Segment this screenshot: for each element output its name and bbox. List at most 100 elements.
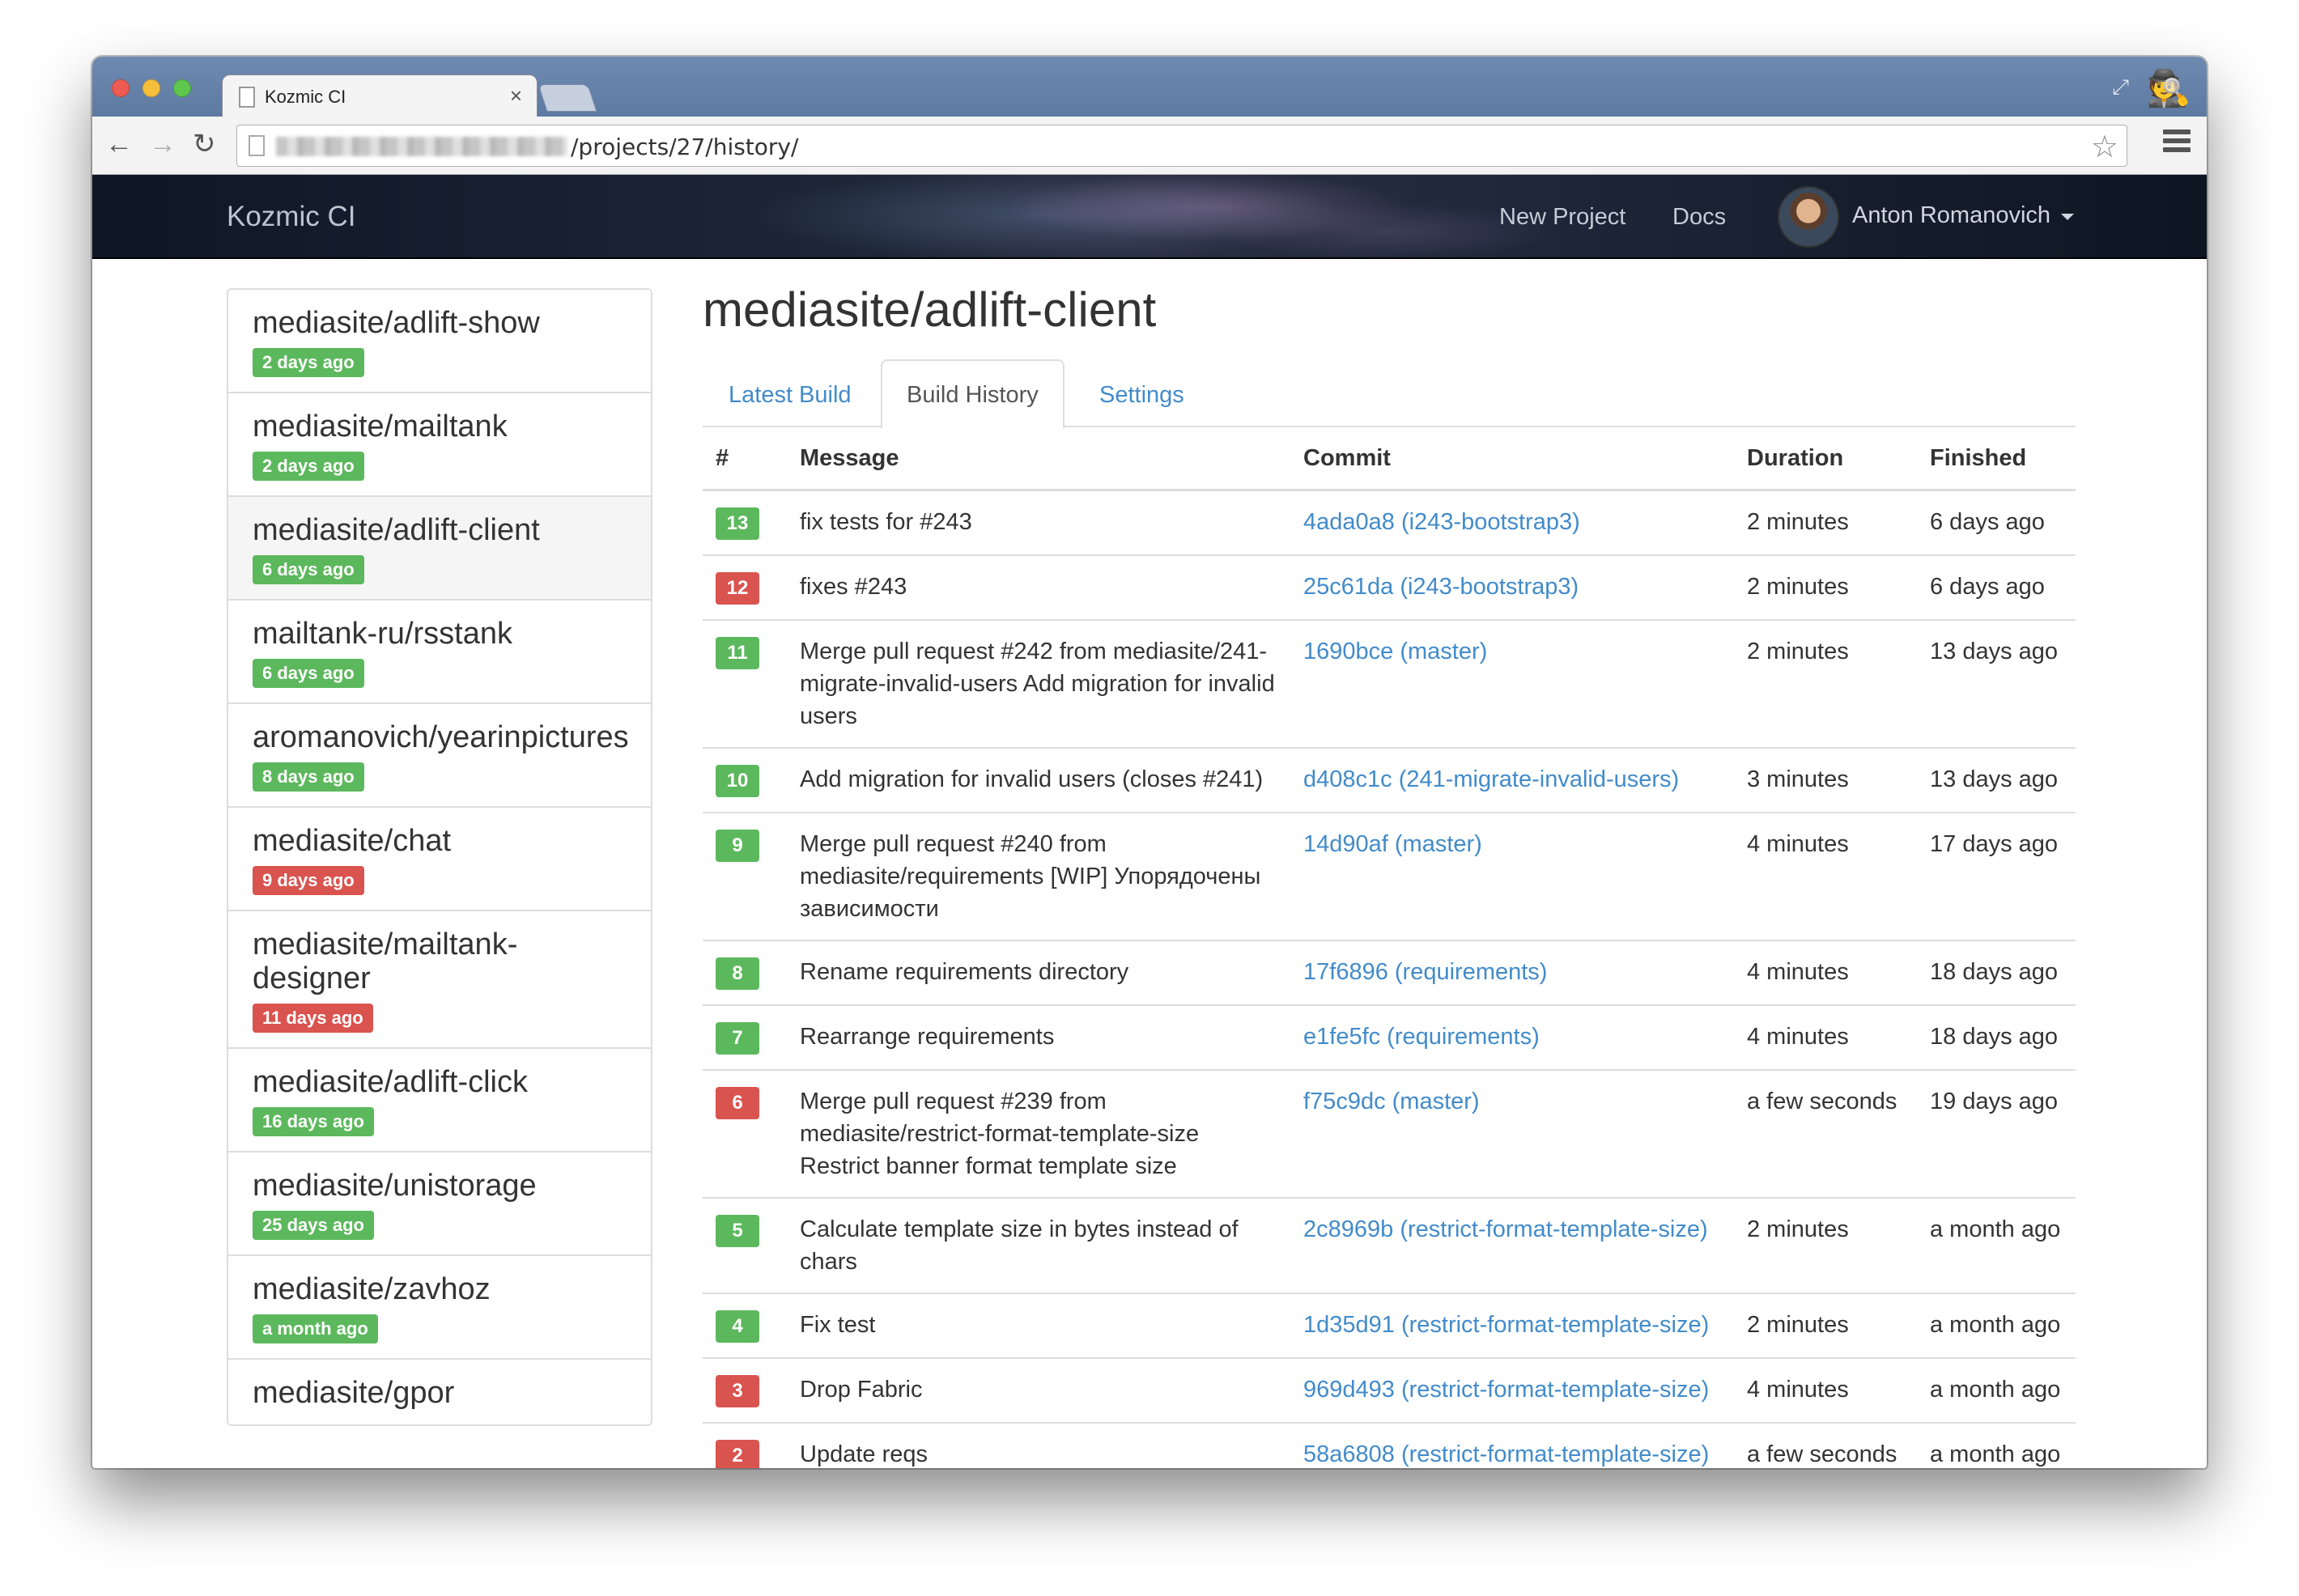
build-message: Add migration for invalid users (closes … [800,766,1264,792]
commit-link[interactable]: 4ada0a8 (i243-bootstrap3) [1303,509,1580,535]
column-header-message: Message [787,427,1290,491]
user-menu[interactable]: Anton Romanovich [1852,202,2050,229]
project-item[interactable]: mediasite/mailtank-designer 11 days ago [228,911,651,1049]
project-item[interactable]: mediasite/adlift-click 16 days ago [228,1049,651,1152]
build-number-badge[interactable]: 5 [716,1215,759,1247]
project-name[interactable]: mailtank-ru/rsstank [253,617,627,651]
table-cell: Fix test [787,1293,1290,1359]
project-item[interactable]: aromanovich/yearinpictures 8 days ago [228,704,651,808]
project-name[interactable]: aromanovich/yearinpictures [253,720,629,754]
build-duration: 4 minutes [1747,1377,1849,1403]
commit-link[interactable]: d408c1c (241-migrate-invalid-users) [1303,766,1679,792]
project-tabs: Latest Build Build History Settings [703,359,2076,429]
table-cell: 2 [703,1423,787,1468]
table-cell: Merge pull request #239 from mediasite/r… [787,1070,1290,1199]
table-cell: 18 days ago [1917,940,2076,1006]
commit-link[interactable]: 969d493 (restrict-format-template-size) [1303,1377,1709,1403]
table-cell: 12 [703,555,787,621]
build-duration: a few seconds [1747,1089,1897,1114]
address-bar[interactable]: /projects/27/history/ ☆ [236,125,2127,167]
close-icon[interactable]: × [510,83,522,108]
build-message: Drop Fabric [800,1377,923,1403]
project-list: mediasite/adlift-show 2 days ago mediasi… [227,288,652,1426]
table-cell: 17f6896 (requirements) [1290,940,1734,1006]
build-number-badge[interactable]: 3 [716,1375,759,1407]
project-name[interactable]: mediasite/adlift-click [253,1065,627,1099]
commit-link[interactable]: 25c61da (i243-bootstrap3) [1303,574,1579,600]
build-message: Fix test [800,1312,876,1338]
commit-link[interactable]: 58a6808 (restrict-format-template-size) [1303,1441,1709,1467]
commit-link[interactable]: 1d35d91 (restrict-format-template-size) [1303,1312,1709,1338]
commit-link[interactable]: 2c8969b (restrict-format-template-size) [1303,1216,1708,1242]
project-item[interactable]: mediasite/adlift-show 2 days ago [228,290,651,393]
build-message: Merge pull request #239 from mediasite/r… [800,1089,1200,1179]
status-badge: 11 days ago [253,1004,373,1033]
project-item[interactable]: mediasite/mailtank 2 days ago [228,393,651,497]
menu-icon[interactable] [2163,129,2191,156]
back-icon[interactable]: ← [105,128,133,160]
build-number-badge[interactable]: 8 [716,957,759,990]
caret-down-icon[interactable] [2061,214,2074,220]
table-cell: 2 minutes [1734,1198,1917,1294]
build-number-badge[interactable]: 10 [716,765,759,797]
table-cell: 2 minutes [1734,555,1917,621]
project-item-active[interactable]: mediasite/adlift-client 6 days ago [228,497,651,601]
table-cell: 6 [703,1070,787,1199]
table-cell: 25c61da (i243-bootstrap3) [1290,555,1734,621]
brand-link[interactable]: Kozmic CI [227,201,355,233]
commit-link[interactable]: 1690bce (master) [1303,639,1487,664]
build-number-badge[interactable]: 6 [716,1087,759,1119]
commit-link[interactable]: 14d90af (master) [1303,831,1482,857]
star-icon[interactable]: ☆ [2091,129,2118,165]
table-cell: 58a6808 (restrict-format-template-size) [1290,1423,1734,1468]
commit-link[interactable]: f75c9dc (master) [1303,1089,1480,1114]
project-name[interactable]: mediasite/chat [253,824,627,858]
table-cell: 10 [703,748,787,813]
project-name[interactable]: mediasite/mailtank-designer [253,927,627,995]
build-number-badge[interactable]: 9 [716,830,759,862]
project-name[interactable]: mediasite/unistorage [253,1169,627,1203]
zoom-window-button[interactable] [173,79,191,97]
project-name[interactable]: mediasite/adlift-show [253,306,627,340]
avatar[interactable] [1778,186,1839,248]
status-badge: a month ago [253,1314,378,1343]
forward-icon[interactable]: → [149,128,176,160]
build-number-badge[interactable]: 11 [716,637,759,669]
commit-link[interactable]: e1fe5fc (requirements) [1303,1024,1540,1050]
project-item[interactable]: mailtank-ru/rsstank 6 days ago [228,601,651,704]
new-tab-button[interactable] [538,84,597,112]
build-number-badge[interactable]: 12 [716,572,759,605]
status-badge: 16 days ago [253,1107,374,1136]
tab-settings[interactable]: Settings [1073,359,1210,427]
build-number-badge[interactable]: 13 [716,507,759,540]
minimize-window-button[interactable] [142,79,160,97]
reload-icon[interactable]: ↻ [193,128,216,160]
column-header-duration: Duration [1734,427,1917,491]
table-cell: 2 minutes [1734,1293,1917,1359]
project-name[interactable]: mediasite/mailtank [253,410,627,444]
commit-link[interactable]: 17f6896 (requirements) [1303,959,1547,985]
browser-tab[interactable]: Kozmic CI × [222,74,538,120]
project-item[interactable]: mediasite/zavhoz a month ago [228,1256,651,1360]
build-number-badge[interactable]: 7 [716,1022,759,1055]
project-name[interactable]: mediasite/gpor [253,1376,627,1410]
tab-latest-build[interactable]: Latest Build [703,359,878,427]
url-host-blurred [276,137,567,156]
build-duration: 4 minutes [1747,959,1849,985]
table-cell: 18 days ago [1917,1005,2076,1071]
close-window-button[interactable] [112,79,130,97]
project-item[interactable]: mediasite/chat 9 days ago [228,808,651,911]
tab-build-history[interactable]: Build History [881,359,1065,429]
table-row: 8 Rename requirements directory 17f6896 (r… [703,940,2076,1006]
table-cell: 11 [703,620,787,749]
fullscreen-icon[interactable]: ⤢ [2112,74,2129,100]
table-cell: a month ago [1917,1358,2076,1424]
build-number-badge[interactable]: 2 [716,1440,759,1468]
project-name[interactable]: mediasite/adlift-client [253,513,627,547]
project-item[interactable]: mediasite/unistorage 25 days ago [228,1152,651,1256]
project-name[interactable]: mediasite/zavhoz [253,1272,627,1306]
docs-link[interactable]: Docs [1672,204,1726,231]
project-item[interactable]: mediasite/gpor [228,1360,651,1424]
new-project-link[interactable]: New Project [1499,204,1625,231]
build-number-badge[interactable]: 4 [716,1310,759,1343]
